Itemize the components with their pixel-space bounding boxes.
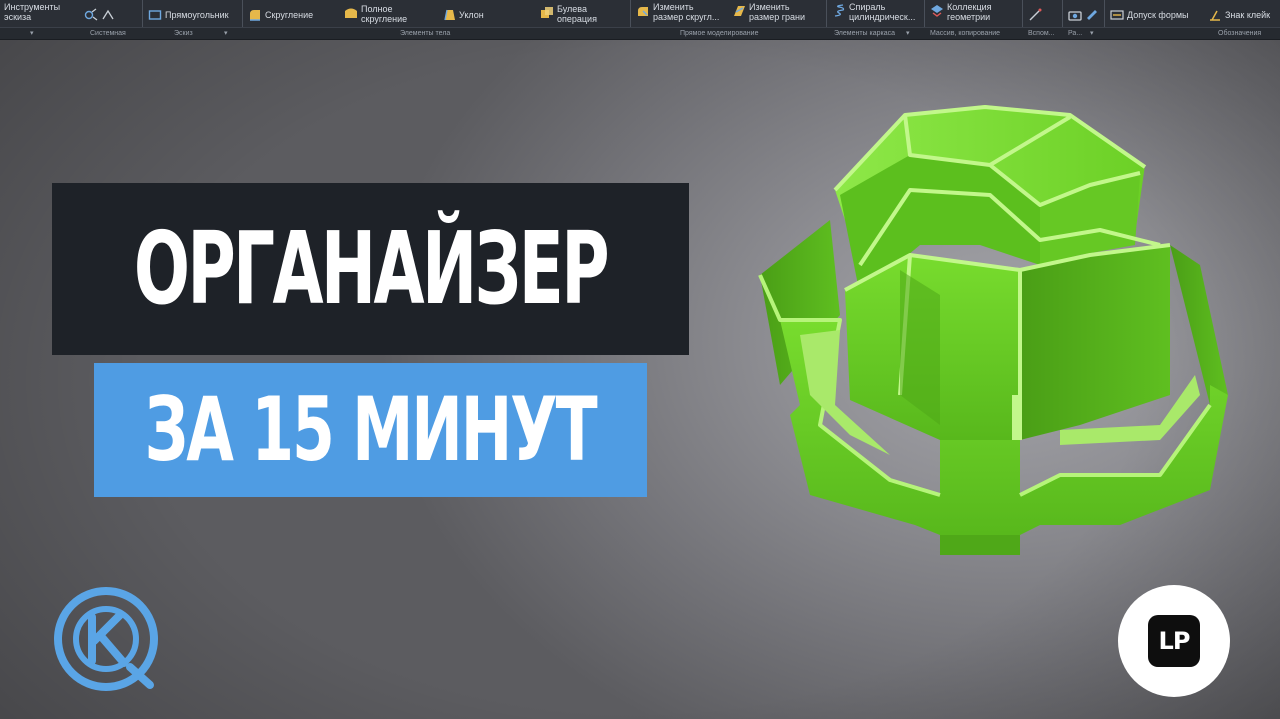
full-fillet-label: Полное скругление [361, 4, 408, 24]
draft-label: Уклон [459, 10, 484, 20]
group-label-system: Системная [90, 30, 126, 37]
subtitle-banner: ЗА 15 МИНУТ [94, 363, 647, 497]
full-fillet-button[interactable]: Полное скругление [344, 4, 407, 24]
system-tools-button[interactable] [84, 6, 115, 22]
form-tolerance-icon [1110, 10, 1124, 20]
resize-fillet-icon [638, 7, 648, 16]
chevron-down-icon[interactable]: ▾ [30, 28, 34, 39]
rectangle-label: Прямоугольник [165, 10, 229, 20]
lp-logo-icon: LP [1148, 615, 1200, 667]
video-subtitle: ЗА 15 МИНУТ [145, 378, 598, 481]
glue-mark-button[interactable]: Знак клейк [1208, 6, 1270, 22]
model-base [940, 535, 1020, 555]
group-label-measure: Ра... [1068, 30, 1083, 37]
geometry-collection-label: Коллекция геометрии [947, 2, 992, 22]
glue-mark-icon [1210, 10, 1220, 21]
sketch-tools-button[interactable]: Инструменты эскиза [4, 2, 60, 22]
measure-tool-button[interactable] [1068, 6, 1099, 22]
form-tolerance-button[interactable]: Допуск формы [1110, 6, 1188, 22]
fillet-icon [250, 10, 260, 21]
tools-icon [84, 8, 98, 21]
group-label-body-elements: Элементы тела [400, 30, 451, 37]
axis-icon [1029, 8, 1042, 21]
ruler-icon [1087, 10, 1097, 20]
helix-button[interactable]: Спираль цилиндрическ... [832, 2, 915, 22]
ribbon-toolbar: Инструменты эскиза Прямоугольник Скругле… [0, 0, 1280, 40]
group-label-designations: Обозначения [1218, 30, 1262, 37]
arrow-tool-icon [102, 9, 114, 20]
boolean-button[interactable]: Булева операция [540, 4, 597, 24]
fillet-button[interactable]: Скругление [248, 6, 313, 22]
auxiliary-tool-button[interactable] [1028, 6, 1042, 22]
divider-wall [1012, 395, 1022, 440]
group-label-sketch: Эскиз [174, 30, 193, 37]
resize-fillet-button[interactable]: Изменить размер скругл... [636, 2, 719, 22]
group-label-auxiliary: Вспом... [1028, 30, 1055, 37]
tall-column-right [1020, 245, 1170, 440]
chevron-down-icon[interactable]: ▾ [224, 28, 228, 39]
group-label-direct-modeling: Прямое моделирование [680, 30, 759, 37]
ribbon-commands: Инструменты эскиза Прямоугольник Скругле… [0, 0, 1280, 39]
fillet-label: Скругление [265, 10, 314, 20]
lp-logo-text: LP [1158, 627, 1191, 655]
rectangle-icon [148, 10, 162, 20]
geometry-collection-icon [931, 5, 943, 17]
camera-icon [1068, 11, 1082, 21]
form-tolerance-label: Допуск формы [1127, 10, 1189, 20]
video-title: ОРГАНАЙЗЕР [133, 210, 610, 327]
lp-logo: LP [1118, 585, 1230, 697]
boolean-icon [541, 7, 553, 18]
chevron-down-icon[interactable]: ▾ [1090, 28, 1094, 39]
kompas-logo-icon [54, 587, 158, 691]
group-label-wireframe: Элементы каркаса [834, 30, 896, 37]
boolean-label: Булева операция [557, 4, 597, 24]
geometry-collection-button[interactable]: Коллекция геометрии [930, 2, 992, 22]
draft-button[interactable]: Уклон [442, 6, 484, 22]
full-fillet-icon [345, 8, 357, 18]
resize-face-button[interactable]: Изменить размер грани [732, 2, 805, 22]
sketch-tools-label: Инструменты эскиза [4, 2, 61, 22]
group-label-pattern-copy: Массив, копирование [930, 30, 1001, 37]
resize-face-icon [734, 6, 745, 16]
helix-label: Спираль цилиндрическ... [849, 2, 916, 22]
outer-wall-right [1170, 245, 1228, 405]
resize-fillet-label: Изменить размер скругл... [653, 2, 720, 22]
helix-icon [834, 4, 845, 17]
rectangle-button[interactable]: Прямоугольник [148, 6, 229, 22]
resize-face-label: Изменить размер грани [749, 2, 806, 22]
title-banner: ОРГАНАЙЗЕР [52, 183, 689, 355]
draft-icon [444, 9, 455, 21]
chevron-down-icon[interactable]: ▾ [906, 28, 910, 39]
ribbon-group-labels: ▾ Системная Эскиз ▾ Элементы тела Прямое… [0, 27, 1280, 39]
organizer-3d-model [758, 105, 1228, 555]
glue-mark-label: Знак клейк [1225, 10, 1271, 20]
